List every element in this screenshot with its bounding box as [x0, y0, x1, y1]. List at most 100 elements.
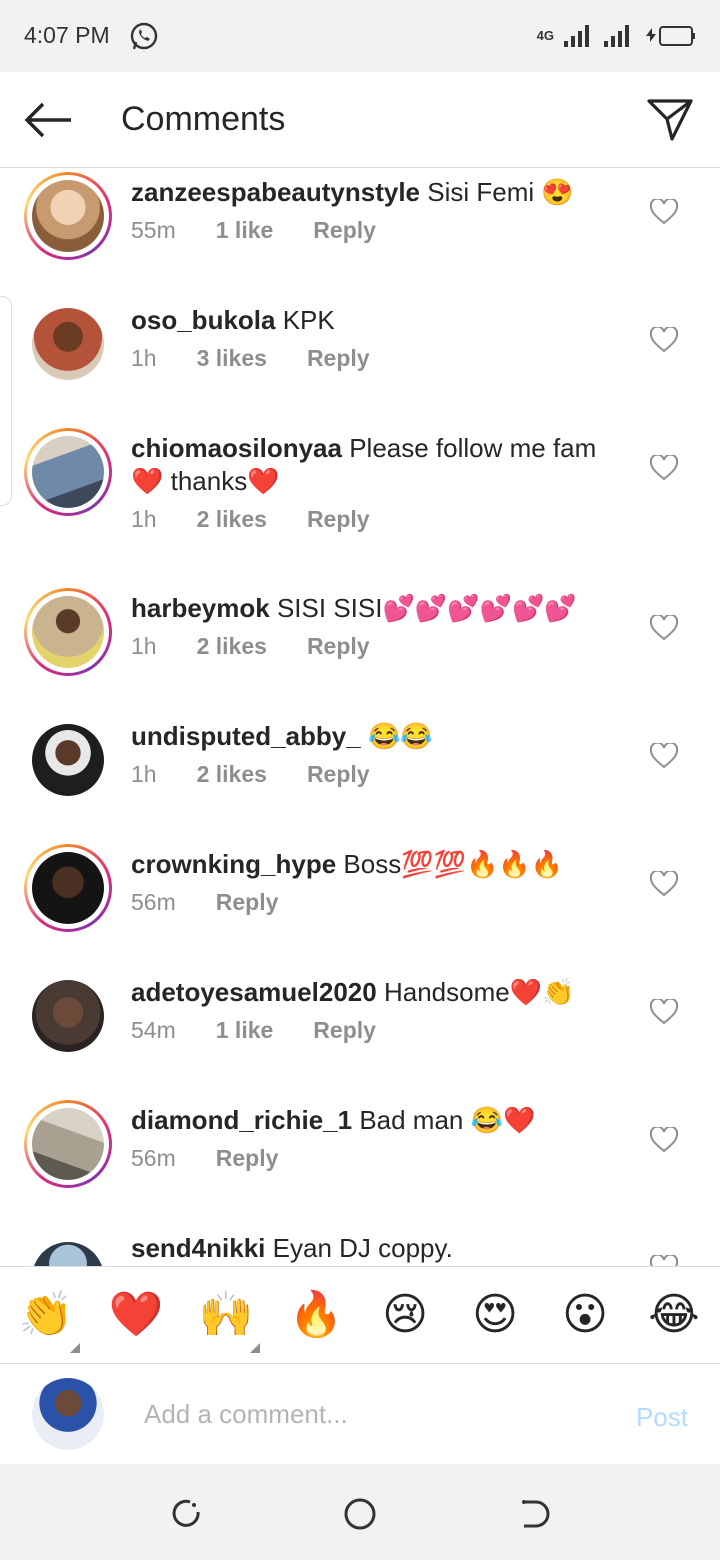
heart-icon[interactable] — [650, 199, 678, 225]
comment-time: 1h — [131, 506, 157, 532]
avatar-story-ring[interactable] — [24, 428, 112, 516]
comment-text: Boss💯💯🔥🔥🔥 — [343, 849, 564, 879]
comment-time: 1h — [131, 761, 157, 787]
post-button[interactable]: Post — [636, 1402, 688, 1433]
comment-time: 1h — [131, 345, 157, 371]
current-user-avatar — [32, 1378, 104, 1450]
clap-emoji-button[interactable]: 👏 — [18, 1287, 74, 1343]
comment-likes[interactable]: 2 likes — [197, 633, 267, 660]
network-icons: 4G — [537, 20, 696, 52]
reply-button[interactable]: Reply — [313, 217, 376, 244]
heart-icon[interactable] — [650, 1255, 678, 1266]
surprised-face-emoji-button[interactable]: 😮 — [557, 1287, 613, 1343]
signal-icon — [564, 25, 589, 47]
avatar-story-ring[interactable] — [24, 588, 112, 676]
direct-message-button[interactable] — [642, 94, 698, 146]
avatar-wrap[interactable] — [24, 716, 112, 804]
comment-text: Sisi Femi 😍 — [427, 177, 574, 207]
edge-panel-handle[interactable] — [0, 296, 12, 506]
comment-text: Eyan DJ coppy. — [272, 1233, 453, 1263]
comment-username[interactable]: send4nikki — [131, 1233, 265, 1263]
back-button[interactable] — [18, 94, 78, 146]
comment-likes[interactable]: 3 likes — [197, 345, 267, 372]
heart-icon[interactable] — [650, 871, 678, 897]
comment-likes[interactable]: 1 like — [216, 1017, 274, 1044]
comment-username[interactable]: crownking_hype — [131, 849, 336, 879]
heart-icon[interactable] — [650, 999, 678, 1025]
comment-time: 54m — [131, 1017, 176, 1043]
avatar — [32, 1242, 104, 1266]
reply-button[interactable]: Reply — [216, 1145, 279, 1172]
whatsapp-icon — [130, 22, 158, 50]
comment-text: KPK — [282, 305, 335, 335]
reply-button[interactable]: Reply — [216, 889, 279, 916]
avatar-wrap[interactable] — [24, 300, 112, 388]
avatar — [32, 180, 104, 252]
heart-eyes-emoji-button[interactable]: 😍 — [467, 1287, 523, 1343]
comment-time: 55m — [131, 217, 176, 243]
heart-icon[interactable] — [650, 455, 678, 481]
heart-icon[interactable] — [650, 1127, 678, 1153]
avatar-story-ring[interactable] — [24, 844, 112, 932]
reply-button[interactable]: Reply — [307, 633, 370, 660]
comment-username[interactable]: harbeymok — [131, 593, 270, 623]
avatar — [32, 980, 104, 1052]
back-nav-icon[interactable] — [516, 1496, 552, 1532]
comment-time: 1h — [131, 633, 157, 659]
comment-time: 56m — [131, 889, 176, 915]
raised-hands-emoji-button[interactable]: 🙌 — [198, 1287, 254, 1343]
avatar-wrap[interactable] — [24, 972, 112, 1060]
status-time: 4:07 PM — [24, 22, 110, 48]
reply-button[interactable]: Reply — [307, 345, 370, 372]
heart-icon[interactable] — [650, 615, 678, 641]
comment-list[interactable]: zanzeespabeautynstyle Sisi Femi 😍 55m 1 … — [0, 168, 720, 1266]
avatar — [32, 852, 104, 924]
page-title: Comments — [121, 100, 286, 138]
heart-icon[interactable] — [650, 327, 678, 353]
avatar — [32, 436, 104, 508]
system-nav-bar — [0, 1464, 720, 1560]
heart-icon[interactable] — [650, 743, 678, 769]
comment-username[interactable]: undisputed_abby_ — [131, 721, 361, 751]
home-icon[interactable] — [342, 1496, 378, 1532]
comment-time: 56m — [131, 1145, 176, 1171]
comment-likes[interactable]: 1 like — [216, 217, 274, 244]
status-bar: 4:07 PM 4G — [0, 0, 720, 72]
reply-button[interactable]: Reply — [307, 506, 370, 533]
app-header: Comments — [0, 72, 720, 168]
fire-emoji-button[interactable]: 🔥 — [288, 1287, 344, 1343]
comment-username[interactable]: diamond_richie_1 — [131, 1105, 352, 1135]
comment-text: Bad man 😂❤️ — [359, 1105, 536, 1135]
comment-input[interactable] — [144, 1394, 584, 1434]
comment-text: 😂😂 — [367, 721, 433, 751]
recent-apps-icon[interactable] — [168, 1496, 204, 1532]
avatar — [32, 724, 104, 796]
avatar-wrap[interactable] — [24, 1234, 112, 1266]
avatar-story-ring[interactable] — [24, 172, 112, 260]
avatar-story-ring[interactable] — [24, 1100, 112, 1188]
comment-text: Handsome❤️👏 — [383, 977, 575, 1007]
paper-plane-icon — [647, 99, 693, 141]
avatar — [32, 308, 104, 380]
comment-likes[interactable]: 2 likes — [197, 506, 267, 533]
heart-emoji-button[interactable]: ❤️ — [108, 1287, 164, 1343]
comment-username[interactable]: zanzeespabeautynstyle — [131, 177, 420, 207]
reply-button[interactable]: Reply — [313, 1017, 376, 1044]
comment-text: SISI SISI💕💕💕💕💕💕 — [276, 593, 577, 623]
comment-username[interactable]: oso_bukola — [131, 305, 275, 335]
comment-likes[interactable]: 2 likes — [197, 761, 267, 788]
avatar — [32, 1108, 104, 1180]
skin-tone-indicator — [250, 1343, 260, 1353]
comment-composer: Post — [0, 1364, 720, 1464]
emoji-quick-bar: 👏 ❤️ 🙌 🔥 😢 😍 😮 😂 — [0, 1266, 720, 1364]
back-arrow-icon — [24, 102, 71, 138]
signal-icon-2 — [604, 25, 629, 47]
comment-username[interactable]: chiomaosilonyaa — [131, 433, 342, 463]
network-type-label: 4G — [536, 28, 554, 43]
comment-username[interactable]: adetoyesamuel2020 — [131, 977, 377, 1007]
battery-icon — [646, 26, 695, 46]
crying-face-emoji-button[interactable]: 😢 — [377, 1287, 433, 1343]
tears-of-joy-emoji-button[interactable]: 😂 — [646, 1287, 702, 1343]
skin-tone-indicator — [70, 1343, 80, 1353]
reply-button[interactable]: Reply — [307, 761, 370, 788]
